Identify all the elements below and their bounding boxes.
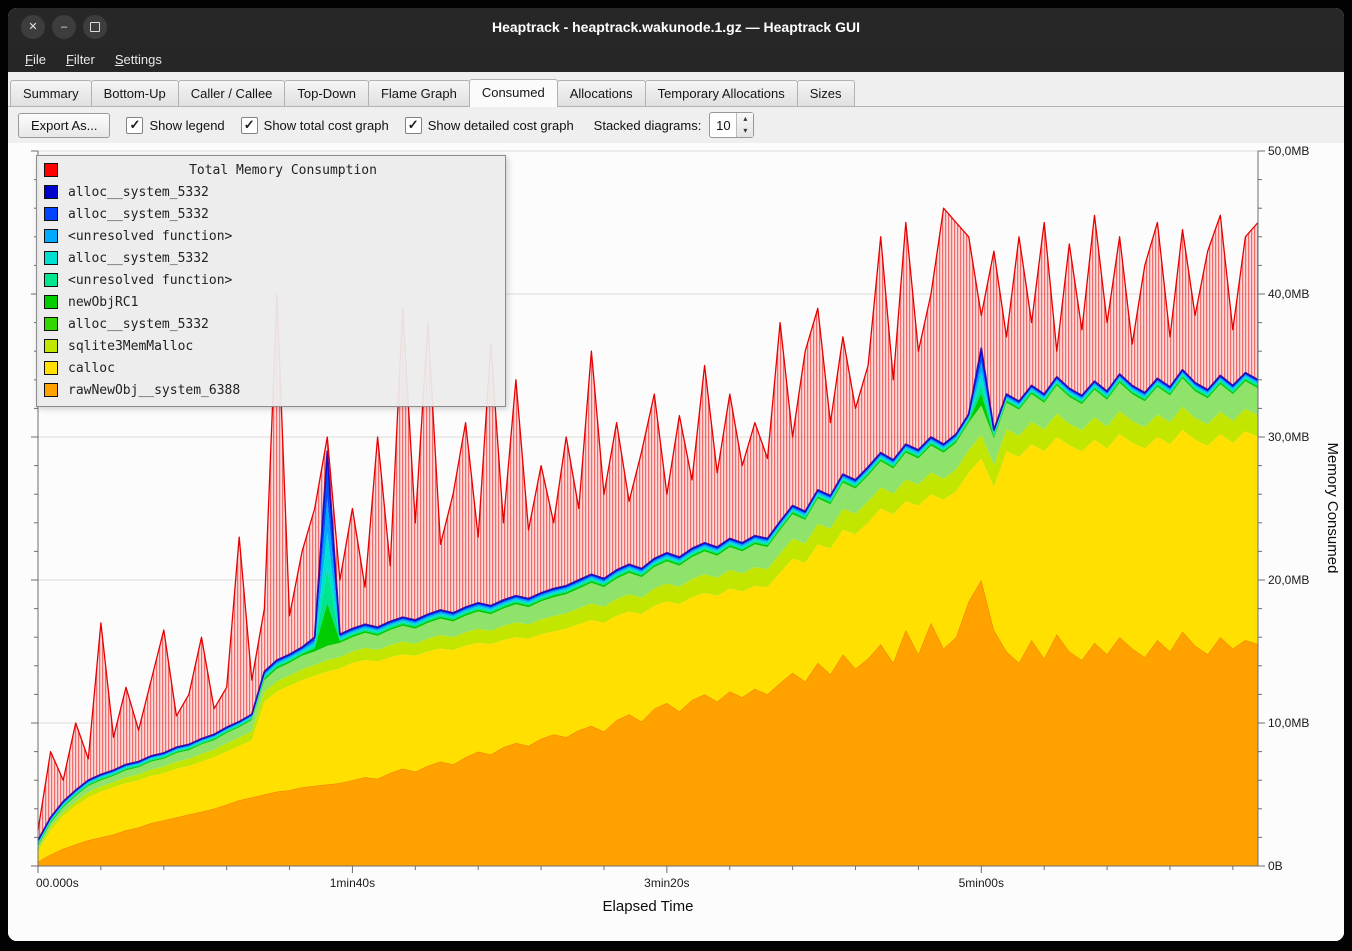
legend-swatch [44, 361, 58, 375]
spinner-arrows: ▴ ▾ [736, 113, 753, 137]
y-tick-label: 40,0MB [1268, 287, 1309, 301]
show-total-cost-checkbox[interactable]: ✓ Show total cost graph [241, 117, 389, 134]
checkbox-check-icon: ✓ [126, 117, 143, 134]
legend-swatch [44, 185, 58, 199]
tab-temporary-allocations[interactable]: Temporary Allocations [645, 80, 798, 106]
spinner-down-button[interactable]: ▾ [737, 125, 753, 137]
legend-item: sqlite3MemMalloc [44, 335, 498, 357]
legend-item: rawNewObj__system_6388 [44, 379, 498, 401]
y-axis-title: Memory Consumed [1324, 443, 1338, 574]
legend-item: calloc [44, 357, 498, 379]
tab-sizes[interactable]: Sizes [797, 80, 855, 106]
spinner-up-button[interactable]: ▴ [737, 113, 753, 125]
minimize-button[interactable]: – [52, 15, 76, 39]
x-tick-label: 3min20s [644, 876, 689, 890]
legend-item: <unresolved function> [44, 225, 498, 247]
maximize-button[interactable] [83, 15, 107, 39]
legend-title-row: Total Memory Consumption [44, 159, 498, 181]
legend-swatch-total [44, 163, 58, 177]
close-button[interactable]: ✕ [21, 15, 45, 39]
legend-swatch [44, 229, 58, 243]
export-as-button[interactable]: Export As... [18, 113, 110, 138]
y-tick-label: 20,0MB [1268, 573, 1309, 587]
chart-legend: Total Memory Consumption alloc__system_5… [36, 155, 506, 407]
app-window: Heaptrack - heaptrack.wakunode.1.gz — He… [8, 8, 1344, 941]
y-tick-label: 50,0MB [1268, 144, 1309, 158]
spinner-value: 10 [710, 113, 736, 137]
legend-swatch [44, 207, 58, 221]
stacked-diagrams-label: Stacked diagrams: [594, 118, 702, 133]
memory-chart: Elapsed Time Memory Consumed 00.000s 1min… [8, 143, 1344, 941]
legend-item: <unresolved function> [44, 269, 498, 291]
tab-consumed[interactable]: Consumed [469, 79, 558, 107]
legend-item: alloc__system_5332 [44, 247, 498, 269]
x-tick-label: 1min40s [330, 876, 375, 890]
maximize-icon [90, 22, 100, 32]
tab-allocations[interactable]: Allocations [557, 80, 646, 106]
tab-flame-graph[interactable]: Flame Graph [368, 80, 470, 106]
x-axis-title: Elapsed Time [603, 898, 694, 915]
tab-caller-callee[interactable]: Caller / Callee [178, 80, 286, 106]
checkbox-check-icon: ✓ [405, 117, 422, 134]
tab-bar: Summary Bottom-Up Caller / Callee Top-Do… [8, 72, 1344, 107]
y-tick-label: 0B [1268, 859, 1283, 873]
y-tick-label: 30,0MB [1268, 430, 1309, 444]
titlebar: Heaptrack - heaptrack.wakunode.1.gz — He… [8, 8, 1344, 46]
show-legend-checkbox[interactable]: ✓ Show legend [126, 117, 224, 134]
minimize-icon: – [61, 22, 67, 33]
legend-swatch [44, 273, 58, 287]
legend-item: alloc__system_5332 [44, 313, 498, 335]
menubar: File Filter Settings [8, 46, 1344, 72]
tab-top-down[interactable]: Top-Down [284, 80, 369, 106]
legend-title: Total Memory Consumption [68, 163, 498, 178]
menu-filter[interactable]: Filter [57, 49, 104, 70]
legend-swatch [44, 383, 58, 397]
checkbox-check-icon: ✓ [241, 117, 258, 134]
close-icon: ✕ [28, 22, 37, 33]
x-tick-label: 5min00s [959, 876, 1004, 890]
window-title: Heaptrack - heaptrack.wakunode.1.gz — He… [8, 19, 1344, 35]
legend-item: alloc__system_5332 [44, 181, 498, 203]
legend-swatch [44, 251, 58, 265]
tab-bottom-up[interactable]: Bottom-Up [91, 80, 179, 106]
toolbar: Export As... ✓ Show legend ✓ Show total … [8, 107, 1344, 143]
menu-settings[interactable]: Settings [106, 49, 171, 70]
legend-swatch [44, 295, 58, 309]
legend-swatch [44, 339, 58, 353]
stacked-diagrams-spinner[interactable]: 10 ▴ ▾ [709, 112, 754, 138]
legend-swatch [44, 317, 58, 331]
x-tick-label: 00.000s [36, 876, 79, 890]
window-controls: ✕ – [21, 15, 107, 39]
menu-file[interactable]: File [16, 49, 55, 70]
tab-summary[interactable]: Summary [10, 80, 92, 106]
legend-item: alloc__system_5332 [44, 203, 498, 225]
show-detailed-cost-checkbox[interactable]: ✓ Show detailed cost graph [405, 117, 574, 134]
legend-item: newObjRC1 [44, 291, 498, 313]
y-tick-label: 10,0MB [1268, 716, 1309, 730]
